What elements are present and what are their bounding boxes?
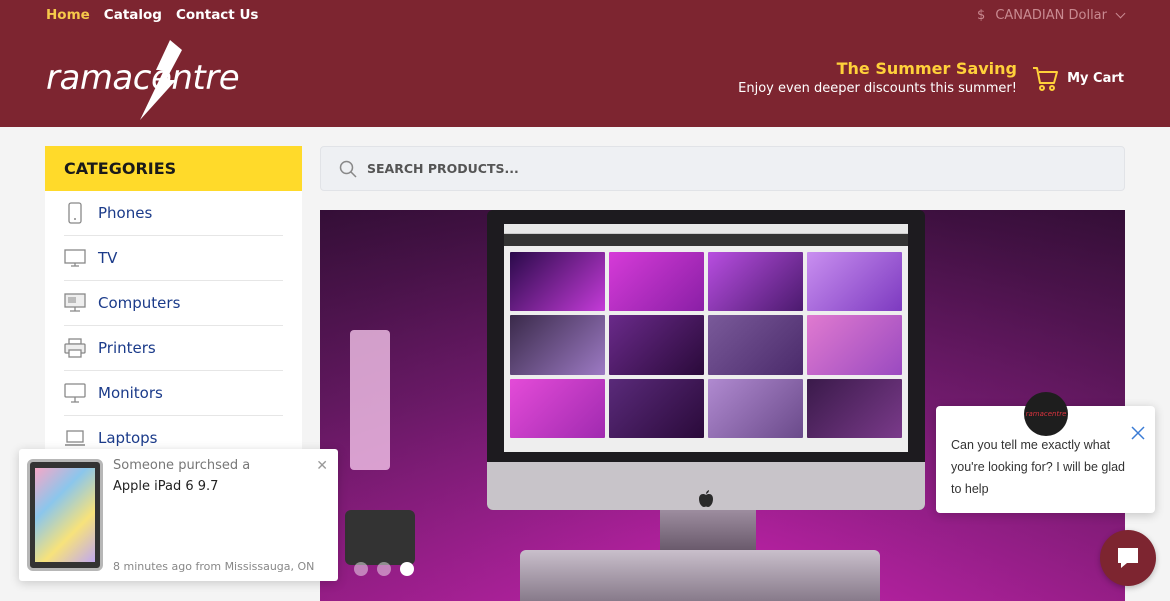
promo-banner: The Summer Saving Enjoy even deeper disc… (738, 59, 1017, 96)
top-nav: Home Catalog Contact Us (46, 7, 258, 23)
hero-candle-decor (345, 510, 415, 565)
chat-avatar: ramacentre (1024, 392, 1068, 436)
category-item-printers[interactable]: Printers (64, 326, 283, 371)
category-label: Phones (98, 204, 153, 222)
chat-popup: ramacentre Can you tell me exactly what … (936, 392, 1155, 513)
laptop-icon (64, 427, 86, 449)
slider-dot-2[interactable] (377, 562, 391, 576)
categories-title: CATEGORIES (45, 146, 302, 191)
category-item-tv[interactable]: TV (64, 236, 283, 281)
notification-text: Someone purchsed a (113, 458, 251, 473)
currency-selector[interactable]: $ CANADIAN Dollar (977, 8, 1126, 23)
chat-bubble-icon (1118, 548, 1138, 568)
promo-subtitle: Enjoy even deeper discounts this summer! (738, 81, 1017, 96)
chat-message: Can you tell me exactly what you're look… (951, 438, 1126, 496)
categories-list: Phones TV Computers Printers Monitors La… (45, 191, 302, 461)
nav-contact-link[interactable]: Contact Us (176, 7, 259, 23)
category-item-phones[interactable]: Phones (64, 191, 283, 236)
hero-keyboard-image (520, 550, 880, 601)
hero-imac-screen (504, 224, 908, 452)
printer-icon (64, 337, 86, 359)
hero-lamp-decor (350, 330, 390, 470)
chevron-down-icon (1115, 8, 1126, 19)
nav-home-link[interactable]: Home (46, 7, 90, 23)
logo[interactable]: ramacentre (46, 40, 241, 122)
computer-icon (64, 292, 86, 314)
close-icon[interactable] (1131, 426, 1145, 440)
nav-catalog-link[interactable]: Catalog (104, 7, 162, 23)
chat-launcher-button[interactable] (1100, 530, 1156, 586)
cart-button[interactable]: My Cart (1031, 64, 1124, 92)
slider-dot-1[interactable] (354, 562, 368, 576)
category-label: Laptops (98, 429, 158, 447)
tv-icon (64, 247, 86, 269)
category-label: Monitors (98, 384, 163, 402)
category-label: Computers (98, 294, 181, 312)
monitor-icon (64, 382, 86, 404)
category-item-monitors[interactable]: Monitors (64, 371, 283, 416)
search-icon[interactable] (339, 160, 357, 178)
notification-meta: 8 minutes ago from Mississauga, ON (113, 560, 315, 573)
brand-name: ramacentre (46, 58, 240, 98)
phone-icon (64, 202, 86, 224)
promo-title: The Summer Saving (836, 59, 1017, 78)
currency-label: CANADIAN Dollar (995, 8, 1107, 23)
hero-imac-chin (487, 462, 925, 510)
category-label: TV (98, 249, 118, 267)
slider-dots (354, 562, 414, 576)
search-input[interactable] (367, 161, 1067, 176)
purchase-notification[interactable]: Someone purchsed a Apple iPad 6 9.7 8 mi… (19, 449, 338, 581)
notification-product: Apple iPad 6 9.7 (113, 479, 219, 494)
hero-imac-stand (660, 510, 756, 550)
apple-logo-icon (699, 490, 713, 507)
category-item-computers[interactable]: Computers (64, 281, 283, 326)
ipad-product-image (27, 459, 103, 571)
currency-symbol: $ (977, 8, 986, 23)
cart-label: My Cart (1067, 70, 1124, 86)
categories-panel: CATEGORIES Phones TV Computers Printers (45, 146, 302, 461)
cart-icon (1033, 67, 1059, 91)
site-header: Home Catalog Contact Us $ CANADIAN Dolla… (0, 0, 1170, 127)
hero-imac-image (487, 210, 925, 510)
search-bar (320, 146, 1125, 191)
category-label: Printers (98, 339, 156, 357)
slider-dot-3-active[interactable] (400, 562, 414, 576)
close-icon[interactable]: ✕ (316, 457, 328, 474)
